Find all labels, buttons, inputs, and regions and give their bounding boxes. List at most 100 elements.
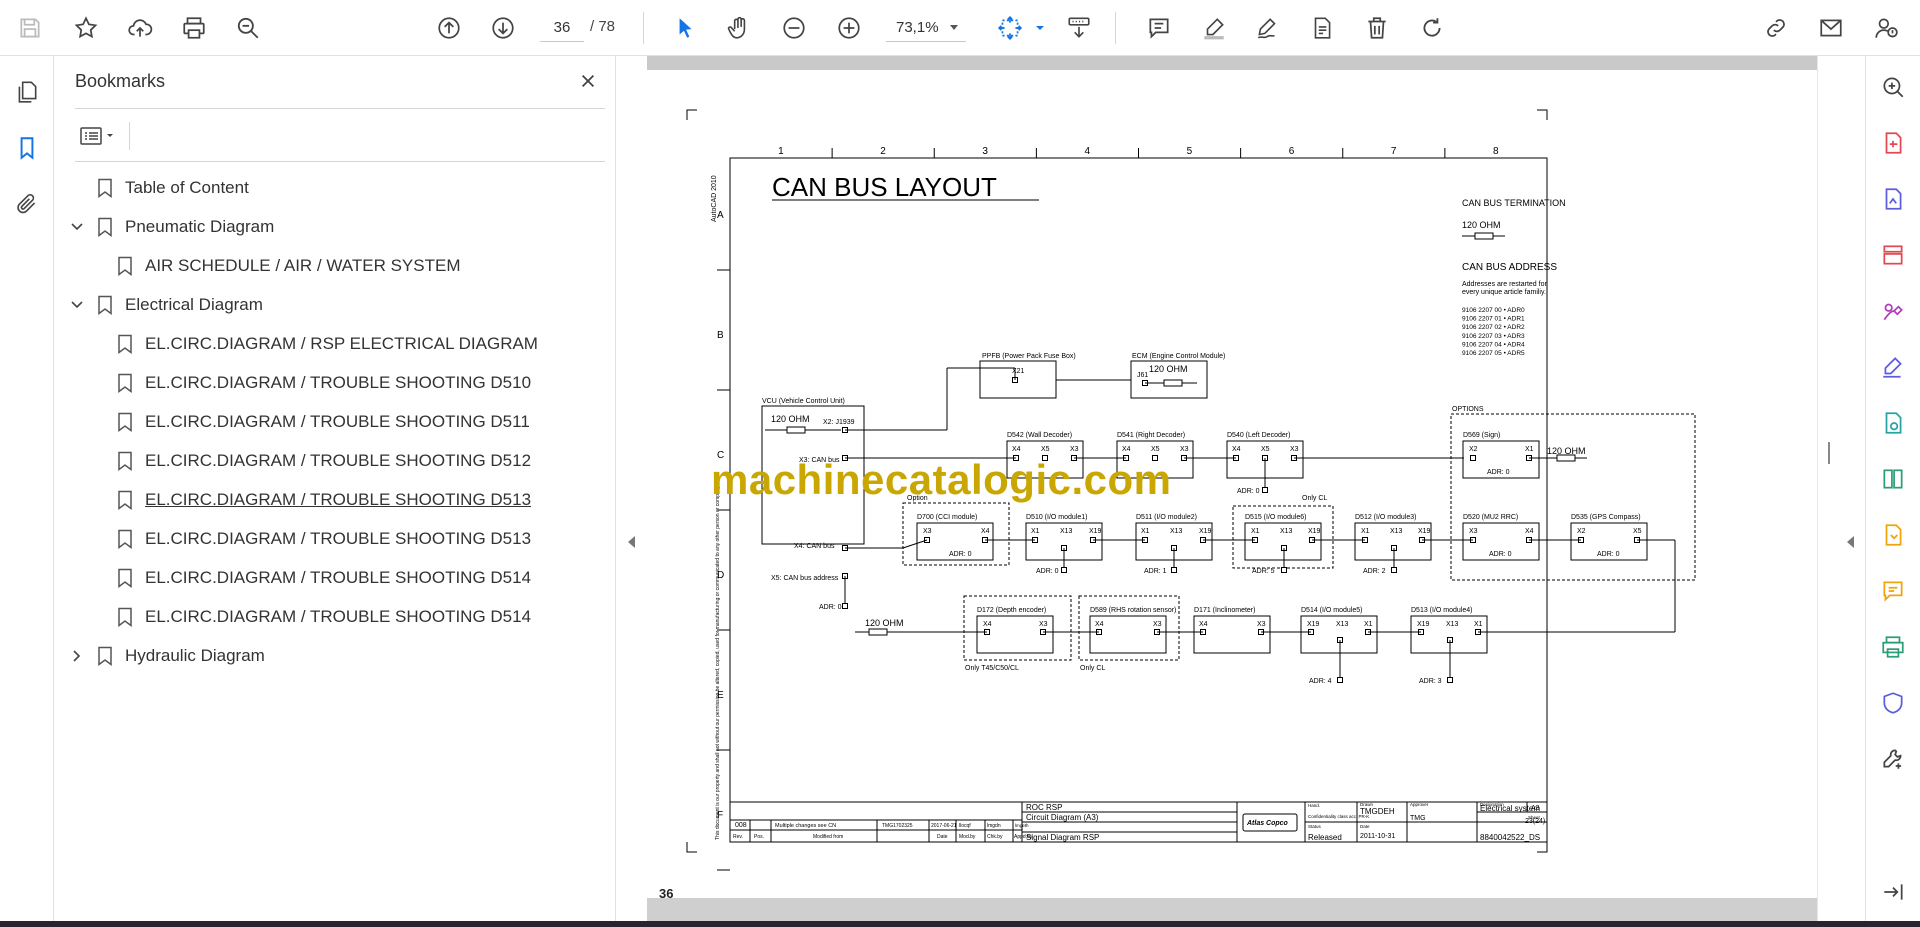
save-icon[interactable] xyxy=(12,10,48,46)
delete-icon[interactable] xyxy=(1359,10,1395,46)
module-label: D513 (I/O module4) xyxy=(1411,607,1472,614)
account-icon[interactable] xyxy=(1868,10,1904,46)
comment-tool-icon[interactable] xyxy=(1875,573,1911,609)
expand-tools-icon[interactable] xyxy=(1847,536,1854,548)
stamp-icon[interactable] xyxy=(1304,10,1340,46)
only-label: Only CL xyxy=(1080,665,1105,672)
title-block-text: Pos. xyxy=(754,834,764,840)
protect-icon[interactable] xyxy=(1875,685,1911,721)
find-icon[interactable] xyxy=(230,10,266,46)
collapse-tools-icon[interactable] xyxy=(1875,874,1911,910)
close-icon[interactable] xyxy=(575,68,601,94)
bookmark-item[interactable]: AIR SCHEDULE / AIR / WATER SYSTEM xyxy=(55,248,615,284)
bookmark-item[interactable]: EL.CIRC.DIAGRAM / TROUBLE SHOOTING D513 xyxy=(55,482,615,518)
connector-label: X19 xyxy=(1417,621,1430,628)
bookmark-item[interactable]: EL.CIRC.DIAGRAM / TROUBLE SHOOTING D513 xyxy=(55,521,615,557)
highlight-icon[interactable] xyxy=(1196,10,1232,46)
bookmark-item[interactable]: Hydraulic Diagram xyxy=(55,638,615,674)
connector-label: X3 xyxy=(923,528,932,535)
bookmark-item[interactable]: EL.CIRC.DIAGRAM / RSP ELECTRICAL DIAGRAM xyxy=(55,326,615,362)
document-scrollbar[interactable] xyxy=(1817,56,1841,927)
column-number: 7 xyxy=(1391,146,1397,157)
attachments-icon[interactable] xyxy=(9,186,45,222)
page-thumbnails-icon[interactable] xyxy=(9,74,45,110)
page-number-input[interactable] xyxy=(540,14,584,42)
chevron-right-icon[interactable] xyxy=(69,648,85,664)
bookmark-item[interactable]: EL.CIRC.DIAGRAM / TROUBLE SHOOTING D514 xyxy=(55,599,615,635)
connector-label: X2 xyxy=(1577,528,1586,535)
address-note: every unique article familiy. xyxy=(1462,289,1546,296)
module-label: D172 (Depth encoder) xyxy=(977,607,1046,614)
scroll-mode-icon[interactable] xyxy=(1061,10,1097,46)
document-view[interactable]: 1 2 3 4 5 6 7 8 A B C D E F AutoCAD 2010 CAN BUS LAYOUT… xyxy=(647,56,1817,927)
connector-pin xyxy=(1391,567,1397,573)
compare-icon[interactable] xyxy=(1875,461,1911,497)
collapse-left-icon[interactable] xyxy=(628,536,635,548)
bookmark-label: Hydraulic Diagram xyxy=(125,646,265,665)
chevron-down-icon[interactable] xyxy=(69,297,85,313)
title-block-text: Mod.by xyxy=(959,834,976,840)
bookmark-item[interactable]: EL.CIRC.DIAGRAM / TROUBLE SHOOTING D514 xyxy=(55,560,615,596)
hand-icon[interactable] xyxy=(721,10,757,46)
print-production-icon[interactable] xyxy=(1875,629,1911,665)
edit-pdf-icon[interactable] xyxy=(1875,349,1911,385)
comment-icon[interactable] xyxy=(1141,10,1177,46)
bookmark-item[interactable]: Electrical Diagram xyxy=(55,287,615,323)
print-icon[interactable] xyxy=(176,10,212,46)
bookmark-item[interactable]: EL.CIRC.DIAGRAM / TROUBLE SHOOTING D510 xyxy=(55,365,615,401)
bookmark-item[interactable]: Table of Content xyxy=(55,170,615,206)
bookmark-label: EL.CIRC.DIAGRAM / TROUBLE SHOOTING D513 xyxy=(145,529,532,548)
bookmark-label: EL.CIRC.DIAGRAM / TROUBLE SHOOTING D514 xyxy=(145,607,532,626)
star-icon[interactable] xyxy=(68,10,104,46)
title-block-text: A3 xyxy=(1531,805,1540,812)
page-up-icon[interactable] xyxy=(431,10,467,46)
zoom-tool-icon[interactable] xyxy=(1875,69,1911,105)
bookmark-icon xyxy=(117,373,133,393)
combine-files-icon[interactable] xyxy=(1875,405,1911,441)
pdf-page: 1 2 3 4 5 6 7 8 A B C D E F AutoCAD 2010 CAN BUS LAYOUT… xyxy=(647,70,1817,912)
connector-label: X13 xyxy=(1060,528,1073,535)
toolbar-separator xyxy=(1115,12,1116,44)
bookmarks-icon[interactable] xyxy=(9,130,45,166)
zoom-out-icon[interactable] xyxy=(776,10,812,46)
draw-icon[interactable] xyxy=(1250,10,1286,46)
wire xyxy=(902,539,928,549)
connector-label: X1 xyxy=(1361,528,1370,535)
bookmark-label: EL.CIRC.DIAGRAM / TROUBLE SHOOTING D514 xyxy=(145,568,532,587)
connector-label: X1 xyxy=(1031,528,1040,535)
chevron-down-icon[interactable] xyxy=(69,219,85,235)
title-block-text: Date xyxy=(1360,824,1370,829)
panel-splitter[interactable] xyxy=(615,56,647,927)
bookmark-item[interactable]: EL.CIRC.DIAGRAM / TROUBLE SHOOTING D512 xyxy=(55,443,615,479)
email-icon[interactable] xyxy=(1813,10,1849,46)
connector-label: X19 xyxy=(1089,528,1102,535)
bookmark-item[interactable]: EL.CIRC.DIAGRAM / TROUBLE SHOOTING D511 xyxy=(55,404,615,440)
export-pdf-icon[interactable] xyxy=(1875,125,1911,161)
send-for-review-icon[interactable] xyxy=(1875,517,1911,553)
fill-sign-icon[interactable] xyxy=(1875,293,1911,329)
corner-mark xyxy=(1537,842,1548,853)
page-down-icon[interactable] xyxy=(485,10,521,46)
zoom-select[interactable]: 73,1% xyxy=(886,14,966,42)
title-block-text: Hand. xyxy=(1308,803,1320,808)
fit-dropdown-chevron-icon[interactable] xyxy=(1022,10,1058,46)
connector-label: X1 xyxy=(1474,621,1483,628)
bookmark-icon xyxy=(97,295,113,315)
cloud-upload-icon[interactable] xyxy=(122,10,158,46)
address-entry: 9106 2207 01 • ADR1 xyxy=(1462,316,1525,323)
select-arrow-icon[interactable] xyxy=(667,10,703,46)
more-tools-icon[interactable] xyxy=(1875,741,1911,777)
connector-label: X19 xyxy=(1308,528,1321,535)
organize-pages-icon[interactable] xyxy=(1875,237,1911,273)
bookmark-options-button[interactable] xyxy=(75,120,121,152)
share-link-icon[interactable] xyxy=(1758,10,1794,46)
rotate-icon[interactable] xyxy=(1414,10,1450,46)
right-panel-splitter[interactable] xyxy=(1841,56,1865,927)
bookmark-item[interactable]: Pneumatic Diagram xyxy=(55,209,615,245)
create-pdf-icon[interactable] xyxy=(1875,181,1911,217)
connector-label: X1 xyxy=(1251,528,1260,535)
scrollbar-grip[interactable] xyxy=(1828,442,1830,464)
address-entry: 9106 2207 05 • ADR5 xyxy=(1462,350,1525,357)
resistor xyxy=(786,426,806,434)
zoom-in-icon[interactable] xyxy=(831,10,867,46)
